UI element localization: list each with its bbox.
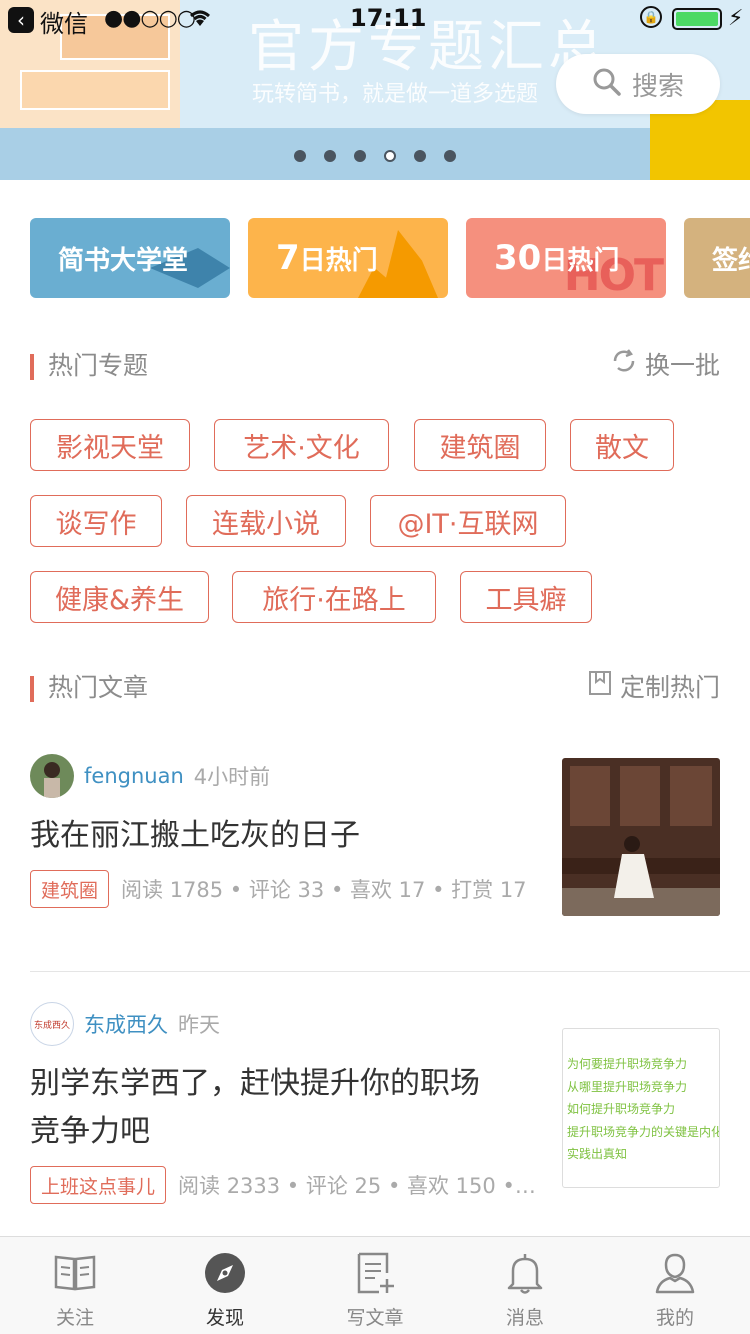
signal-icon: ●●○○○ xyxy=(104,6,196,31)
thumbnail-line: 为何要提升职场竞争力 xyxy=(567,1057,688,1071)
card-30day-hot[interactable]: 30日热门 HOT xyxy=(466,218,666,298)
post-time: 4小时前 xyxy=(193,765,271,789)
article-topic-tag[interactable]: 上班这点事儿 xyxy=(30,1166,167,1204)
tab-discover[interactable]: 发现 xyxy=(170,1251,280,1330)
clock: 17:11 xyxy=(350,4,427,32)
customize-hot-button[interactable]: 定制热门 xyxy=(588,668,720,704)
topic-tag[interactable]: 连载小说 xyxy=(186,495,346,547)
author-row: fengnuan 4小时前 xyxy=(30,754,270,798)
thumbnail-line: 如何提升职场竞争力 xyxy=(567,1102,676,1116)
search-icon xyxy=(592,67,622,101)
avatar[interactable]: 东成西久 xyxy=(30,1002,74,1046)
article-title-line[interactable]: 竞争力吧 xyxy=(30,1108,150,1156)
article-title-line[interactable]: 别学东学西了，赶快提升你的职场 xyxy=(30,1060,480,1108)
section-title: 热门文章 xyxy=(48,673,149,702)
bottom-tab-bar: 关注 发现 写文章 消息 我的 xyxy=(0,1236,750,1334)
card-jianshu-college[interactable]: 简书大学堂 xyxy=(30,218,230,298)
tab-label: 消息 xyxy=(505,1307,544,1329)
card-signed[interactable]: 签约 xyxy=(684,218,750,298)
topic-tag[interactable]: 旅行·在路上 xyxy=(232,571,436,623)
refresh-label: 换一批 xyxy=(644,351,720,380)
thumbnail-line: 提升职场竞争力的关键是内化 xyxy=(567,1124,719,1139)
card-label: 日热门 xyxy=(541,246,620,276)
charging-icon: ⚡ xyxy=(728,6,744,31)
user-icon xyxy=(653,1251,697,1299)
carousel-dot xyxy=(414,150,426,162)
carousel-dot xyxy=(354,150,366,162)
post-time: 昨天 xyxy=(178,1013,220,1037)
carousel-dot xyxy=(294,150,306,162)
card-label: 日热门 xyxy=(299,246,378,276)
topic-tag[interactable]: 建筑圈 xyxy=(414,419,546,471)
compass-icon xyxy=(203,1251,247,1299)
tab-label: 发现 xyxy=(205,1307,244,1329)
wifi-icon xyxy=(186,6,214,34)
refresh-icon xyxy=(611,348,637,380)
topic-tag[interactable]: 影视天堂 xyxy=(30,419,190,471)
article-stats: 阅读 2333 • 评论 25 • 喜欢 150 •… xyxy=(178,1174,536,1198)
card-number: 7 xyxy=(276,238,300,278)
search-label: 搜索 xyxy=(631,71,684,102)
status-bar: ‹ 微信 ●●○○○ 17:11 🔒 ⚡ xyxy=(0,0,750,40)
avatar[interactable] xyxy=(30,754,74,798)
tab-follow[interactable]: 关注 xyxy=(20,1251,130,1330)
section-title: 热门专题 xyxy=(48,351,149,380)
topic-tag[interactable]: 健康&养生 xyxy=(30,571,209,623)
back-app-name[interactable]: 微信 xyxy=(40,4,88,39)
search-button[interactable]: 搜索 xyxy=(556,54,720,114)
refresh-topics-button[interactable]: 换一批 xyxy=(611,346,720,382)
article-thumbnail[interactable]: 为何要提升职场竞争力 从哪里提升职场竞争力 如何提升职场竞争力 提升职场竞争力的… xyxy=(562,1028,720,1188)
article-stats: 阅读 1785 • 评论 33 • 喜欢 17 • 打赏 17 xyxy=(121,878,527,902)
banner-subtitle: 玩转简书，就是做一道多选题 xyxy=(252,82,539,107)
bookmark-icon xyxy=(588,670,612,702)
article-meta: 建筑圈 阅读 1785 • 评论 33 • 喜欢 17 • 打赏 17 xyxy=(30,870,527,908)
avatar-text: 东成西久 xyxy=(33,1020,70,1031)
carousel-dot xyxy=(444,150,456,162)
write-icon xyxy=(353,1251,397,1299)
topic-tag[interactable]: @IT·互联网 xyxy=(370,495,566,547)
article-thumbnail[interactable] xyxy=(562,758,720,916)
divider xyxy=(30,971,750,972)
tab-label: 我的 xyxy=(655,1307,694,1329)
carousel-dot xyxy=(324,150,336,162)
topic-tag[interactable]: 谈写作 xyxy=(30,495,162,547)
thumbnail-line: 实践出真知 xyxy=(567,1147,628,1161)
tab-label: 写文章 xyxy=(346,1307,404,1329)
tab-me[interactable]: 我的 xyxy=(620,1251,730,1330)
author-name[interactable]: 东成西久 xyxy=(84,1009,168,1039)
customize-label: 定制热门 xyxy=(619,673,720,702)
author-row: 东成西久 东成西久 昨天 xyxy=(30,1002,220,1046)
back-to-app-icon[interactable]: ‹ xyxy=(8,7,34,33)
tab-messages[interactable]: 消息 xyxy=(470,1251,580,1330)
article-title[interactable]: 我在丽江搬土吃灰的日子 xyxy=(30,812,360,860)
thumbnail-line: 从哪里提升职场竞争力 xyxy=(567,1079,688,1094)
topic-tag[interactable]: 工具癖 xyxy=(460,571,592,623)
category-cards: 简书大学堂 7日热门 30日热门 HOT 签约 xyxy=(30,218,750,300)
bell-icon xyxy=(503,1251,547,1299)
carousel-dots xyxy=(294,150,456,162)
hot-articles-header: 热门文章 定制热门 xyxy=(30,668,720,708)
card-7day-hot[interactable]: 7日热门 xyxy=(248,218,448,298)
hot-topics-header: 热门专题 换一批 xyxy=(30,346,720,386)
battery-icon xyxy=(672,8,722,30)
topic-tag[interactable]: 散文 xyxy=(570,419,674,471)
thumbnail-text: 为何要提升职场竞争力 从哪里提升职场竞争力 如何提升职场竞争力 提升职场竞争力的… xyxy=(567,1053,719,1166)
author-name[interactable]: fengnuan xyxy=(84,764,184,788)
topic-tag[interactable]: 艺术·文化 xyxy=(214,419,389,471)
follow-icon xyxy=(53,1251,97,1299)
tab-write[interactable]: 写文章 xyxy=(320,1251,430,1330)
card-label: 简书大学堂 xyxy=(58,245,189,276)
card-label: 签约 xyxy=(712,245,750,276)
article-meta: 上班这点事儿 阅读 2333 • 评论 25 • 喜欢 150 •… xyxy=(30,1166,536,1204)
carousel-dot-active xyxy=(384,150,396,162)
article-topic-tag[interactable]: 建筑圈 xyxy=(30,870,110,908)
tab-label: 关注 xyxy=(55,1307,94,1329)
card-number: 30 xyxy=(494,238,542,278)
rotation-lock-icon: 🔒 xyxy=(640,6,662,28)
